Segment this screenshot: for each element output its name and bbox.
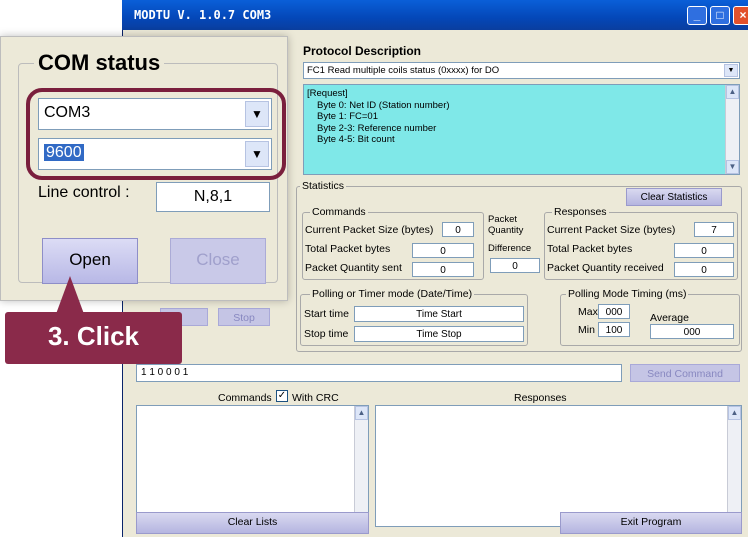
min-label: Min [578,324,595,336]
total-packet-value: 0 [412,243,474,258]
commands-label: Commands [218,392,272,404]
resp-received-value: 0 [674,262,734,277]
scroll-up-icon[interactable]: ▲ [728,406,741,420]
resp-total-value: 0 [674,243,734,258]
commands-title: Commands [310,206,368,218]
difference-label: Difference [488,243,532,254]
chevron-down-icon[interactable]: ▼ [724,64,738,77]
description-line: Byte 1: FC=01 [317,111,378,122]
statistics-label: Statistics [300,180,347,192]
start-time-label: Start time [304,308,349,320]
scroll-up-icon[interactable]: ▲ [726,85,739,99]
resp-current-label: Current Packet Size (bytes) [547,224,676,236]
resp-current-value: 7 [694,222,734,237]
current-packet-label: Current Packet Size (bytes) [305,224,434,236]
packet-sent-value: 0 [412,262,474,277]
difference-value: 0 [490,258,540,273]
responses-scrollbar[interactable]: ▲ ▼ [727,406,741,526]
packet-quantity-label: Packet [488,214,518,225]
max-label: Max [578,306,598,318]
command-input[interactable]: 1 1 0 0 0 1 [136,364,622,382]
clear-statistics-button[interactable]: Clear Statistics [626,188,722,206]
com-status-title: COM status [34,50,165,76]
responses-label: Responses [514,392,567,404]
commands-list[interactable]: ▲ ▼ [136,405,369,527]
description-line: [Request] [307,88,348,99]
responses-stats-title: Responses [552,206,609,218]
minimize-button[interactable]: _ [687,6,707,25]
with-crc-checkbox[interactable]: ✓ [276,390,288,402]
average-value: 000 [650,324,734,339]
stop-time-label: Stop time [304,328,349,340]
commands-scrollbar[interactable]: ▲ ▼ [354,406,368,526]
click-callout: 3. Click [5,312,182,364]
description-line: Byte 0: Net ID (Station number) [317,99,450,111]
send-command-button[interactable]: Send Command [630,364,740,382]
description-line: Byte 4-5: Bit count [317,134,395,145]
responses-list[interactable]: ▲ ▼ [375,405,742,527]
packet-quantity-label: Quantity [488,225,524,236]
clear-lists-button[interactable]: Clear Lists [136,512,369,534]
checkmark-icon: ✓ [277,390,287,401]
close-button[interactable]: Close [170,238,266,284]
time-stop-button[interactable]: Time Stop [354,326,524,342]
window-title: MODTU V. 1.0.7 COM3 [134,8,272,22]
exit-program-button[interactable]: Exit Program [560,512,742,534]
min-value: 100 [598,322,630,337]
description-text: [Request] Byte 0: Net ID (Station number… [307,88,450,146]
description-scrollbar[interactable]: ▲ ▼ [725,85,739,174]
scroll-up-icon[interactable]: ▲ [355,406,368,420]
maximize-icon: □ [716,8,724,22]
close-window-button[interactable]: × [733,6,748,25]
with-crc-label: With CRC [292,392,339,404]
maximize-button[interactable]: □ [710,6,730,25]
time-start-button[interactable]: Time Start [354,306,524,322]
highlight-ring [26,88,286,180]
protocol-select-value: FC1 Read multiple coils status (0xxxx) f… [307,65,500,76]
packet-sent-label: Packet Quantity sent [305,262,402,274]
close-icon: × [739,8,747,22]
callout-pointer [56,276,84,314]
resp-total-label: Total Packet bytes [547,243,633,255]
protocol-description: [Request] Byte 0: Net ID (Station number… [303,84,740,175]
current-packet-value: 0 [442,222,474,237]
line-control-label: Line control : [38,184,130,201]
protocol-select[interactable]: FC1 Read multiple coils status (0xxxx) f… [303,62,740,79]
max-value: 000 [598,304,630,319]
description-line: Byte 2-3: Reference number [317,122,437,134]
minimize-icon: _ [693,8,701,22]
total-packet-label: Total Packet bytes [305,243,391,255]
line-control-value: N,8,1 [156,182,270,212]
stop-button[interactable]: Stop [218,308,270,326]
average-label: Average [650,312,689,324]
scroll-down-icon[interactable]: ▼ [726,160,739,174]
polling-timing-title: Polling Mode Timing (ms) [566,288,689,300]
polling-title: Polling or Timer mode (Date/Time) [310,288,475,300]
protocol-header: Protocol Description [303,44,422,58]
resp-received-label: Packet Quantity received [547,262,664,274]
